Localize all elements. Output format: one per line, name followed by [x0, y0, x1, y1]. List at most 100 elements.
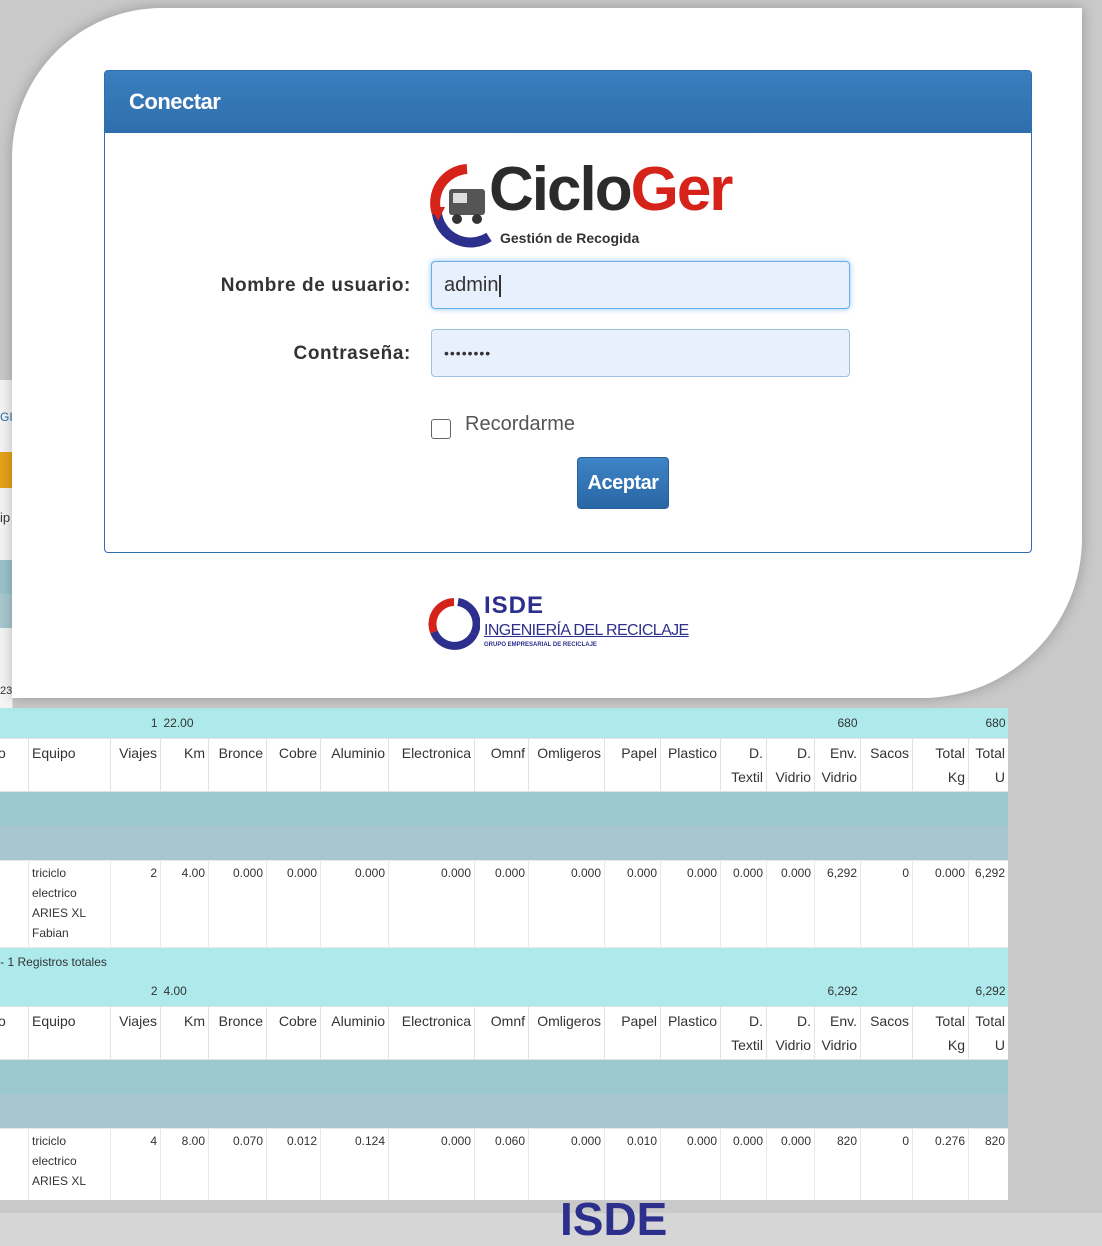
report-table-container: 1 22.00 680 680 ipio Equipo Viajes Km Br… [0, 708, 1008, 1200]
cell: 0.000 [388, 860, 475, 948]
total-viajes: 1 [110, 708, 161, 739]
col-header: Papel [604, 738, 661, 792]
col-header: Km [160, 738, 209, 792]
logo-word-ciclo: Ciclo [489, 155, 633, 224]
report-total-row: 1 22.00 680 680 [0, 708, 1008, 739]
cell: 0.060 [474, 1128, 529, 1200]
col-header: Plastico [660, 738, 721, 792]
col-header: Total Kg [912, 1006, 969, 1060]
report-header-row: ipio Equipo Viajes Km Bronce Cobre Alumi… [0, 738, 1008, 792]
username-value: admin [444, 274, 499, 296]
col-header: D. Vidrio [766, 1006, 815, 1060]
col-header: Omnf [474, 738, 529, 792]
cell: 0.000 [388, 1128, 475, 1200]
panel-title: Conectar [105, 71, 1031, 133]
cell: 0.000 [528, 860, 605, 948]
total-km: 22.00 [160, 708, 209, 739]
remember-label[interactable]: Recordarme [465, 413, 575, 436]
col-header: Viajes [110, 738, 161, 792]
col-header: ipio [0, 738, 29, 792]
bg-fragment-text: GI [0, 410, 13, 424]
cell: 8.00 [160, 1128, 209, 1200]
accept-button[interactable]: Aceptar [577, 457, 669, 509]
cell: 0.000 [604, 860, 661, 948]
col-header: Km [160, 1006, 209, 1060]
col-header: Cobre [266, 1006, 321, 1060]
cicloger-logo: CicloGer Gestión de Recogida [427, 155, 733, 254]
col-header: Omligeros [528, 738, 605, 792]
cell: 0.276 [912, 1128, 969, 1200]
cell: 6,292 [814, 860, 861, 948]
total-u: 680 [968, 708, 1008, 739]
cell: 4 [110, 1128, 161, 1200]
report-table: 1 22.00 680 680 ipio Equipo Viajes Km Br… [0, 708, 1008, 1200]
col-header: Env. Vidrio [814, 738, 861, 792]
col-header: D. Textil [720, 1006, 767, 1060]
cell: 0.000 [720, 860, 767, 948]
cell: 0.000 [320, 860, 389, 948]
cell: 0.000 [474, 860, 529, 948]
cell: 820 [814, 1128, 861, 1200]
col-header: Electronica [388, 738, 475, 792]
cell-equipo: triciclo electrico ARIES XL [28, 1128, 111, 1200]
bg-orange-button [0, 452, 12, 488]
report-group-row [0, 826, 1008, 861]
col-header: Aluminio [320, 738, 389, 792]
col-header: Bronce [208, 738, 267, 792]
col-header: Omligeros [528, 1006, 605, 1060]
cell: 0.000 [528, 1128, 605, 1200]
col-header: Sacos [860, 738, 913, 792]
total-env-vidrio: 6,292 [814, 976, 861, 1007]
cell-equipo: triciclo electrico ARIES XL Fabian [28, 860, 111, 948]
password-label: Contraseña: [293, 343, 411, 364]
cell: 0.000 [266, 860, 321, 948]
cell: 0.000 [912, 860, 969, 948]
col-header: Env. Vidrio [814, 1006, 861, 1060]
cell: 0.010 [604, 1128, 661, 1200]
cell: 4.00 [160, 860, 209, 948]
cell: 0.000 [720, 1128, 767, 1200]
registros-totales: 23 - 1 Registros totales [0, 947, 1008, 976]
username-input[interactable]: admin [431, 261, 850, 309]
bottom-isde-logo: ISDE [560, 1193, 668, 1245]
col-header: Equipo [28, 1006, 111, 1060]
cell: 0.000 [766, 860, 815, 948]
col-header: Electronica [388, 1006, 475, 1060]
remember-checkbox[interactable] [431, 419, 451, 439]
cell: 0.000 [208, 860, 267, 948]
col-header: Viajes [110, 1006, 161, 1060]
total-u: 6,292 [968, 976, 1008, 1007]
col-header: Aluminio [320, 1006, 389, 1060]
report-count-row: 23 - 1 Registros totales [0, 947, 1008, 976]
isde-tagline: INGENIERÍA DEL RECICLAJE [484, 622, 689, 639]
cell: 0.012 [266, 1128, 321, 1200]
cell: o [0, 1128, 29, 1200]
total-km: 4.00 [160, 976, 209, 1007]
password-input[interactable]: •••••••• [431, 329, 850, 377]
logo-wordmark: CicloGer [489, 155, 733, 225]
col-header: Bronce [208, 1006, 267, 1060]
report-group-row [0, 1094, 1008, 1129]
logo-subtitle: Gestión de Recogida [500, 230, 640, 246]
isde-title: ISDE [484, 592, 545, 619]
cell: 820 [968, 1128, 1008, 1200]
col-header: Papel [604, 1006, 661, 1060]
bg-group-bar [0, 560, 12, 594]
report-group-row [0, 1059, 1008, 1094]
col-header: Omnf [474, 1006, 529, 1060]
table-row: o triciclo electrico ARIES XL 4 8.00 0.0… [0, 1128, 1008, 1200]
login-panel: Conectar CicloGer Gestión de Recogida No… [104, 70, 1032, 553]
col-header: Total U [968, 1006, 1008, 1060]
cell: 0.000 [660, 860, 721, 948]
col-header: Equipo [28, 738, 111, 792]
report-group-row [0, 791, 1008, 826]
total-env-vidrio: 680 [814, 708, 861, 739]
col-header: ipio [0, 1006, 29, 1060]
cell: 6,292 [968, 860, 1008, 948]
col-header: Plastico [660, 1006, 721, 1060]
bg-fragment-text: 23 [0, 685, 13, 697]
col-header: Sacos [860, 1006, 913, 1060]
cell: 0.000 [660, 1128, 721, 1200]
col-header: Total U [968, 738, 1008, 792]
col-header: Total Kg [912, 738, 969, 792]
